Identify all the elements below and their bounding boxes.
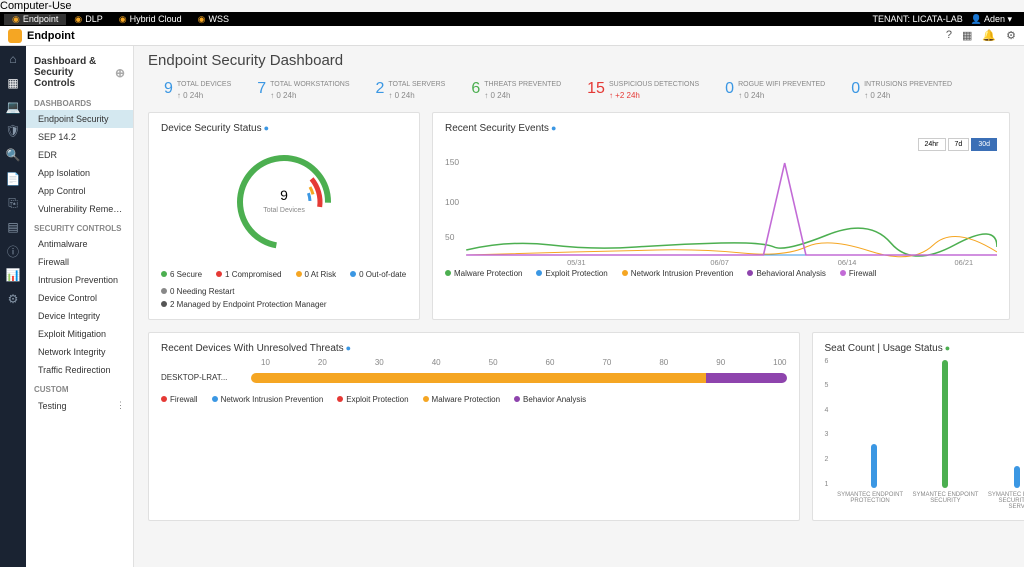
nav-endpoint-security[interactable]: Endpoint Security — [26, 110, 133, 128]
icon-rail: ⌂ ▦ 💻 🛡 🔍 📄 ⎘ ▤ ⓘ 📊 ⚙ — [0, 46, 26, 567]
recent-events-chart: 150 100 50 05/31 06/07 06/14 06/21 — [445, 155, 997, 265]
time-7d[interactable]: 7d — [948, 138, 970, 151]
nav-exploit-mitigation[interactable]: Exploit Mitigation — [26, 325, 133, 343]
seat-chart — [832, 358, 1024, 488]
nav-app-isolation[interactable]: App Isolation — [26, 164, 133, 182]
unresolved-bar-row[interactable]: DESKTOP-LRAT... — [161, 373, 787, 383]
bar-seg-behavior — [706, 373, 786, 383]
time-30d[interactable]: 30d — [971, 138, 997, 151]
rail-shield-icon[interactable]: 🛡 — [6, 124, 20, 138]
content-area: Endpoint Security Dashboard 9TOTAL DEVIC… — [134, 46, 1024, 567]
svg-text:Total Devices: Total Devices — [263, 207, 305, 214]
svg-text:06/07: 06/07 — [710, 258, 729, 265]
seat-categories: SYMANTEC ENDPOINT PROTECTION SYMANTEC EN… — [832, 492, 1024, 510]
unresolved-axis: 102030405060708090100 — [161, 358, 787, 367]
tab-wss[interactable]: ◉WSS — [190, 14, 237, 25]
seat-bar-2[interactable] — [942, 360, 948, 488]
card-seat-count: Seat Count | Usage Status● 654321 SYMANT… — [812, 332, 1024, 521]
nav-traffic-redirection[interactable]: Traffic Redirection — [26, 361, 133, 379]
svg-text:05/31: 05/31 — [567, 258, 586, 265]
svg-text:06/14: 06/14 — [838, 258, 857, 265]
rail-dashboard-icon[interactable]: ▦ — [6, 76, 20, 90]
card-unresolved-threats: Recent Devices With Unresolved Threats● … — [148, 332, 800, 521]
card-title: Seat Count | Usage Status● — [825, 343, 1024, 354]
seat-bar-1[interactable] — [871, 444, 877, 488]
device-status-donut: 9 Total Devices — [219, 142, 349, 262]
app-name: Endpoint — [27, 30, 75, 42]
section-dashboards: DASHBOARDS — [26, 93, 133, 110]
time-24hr[interactable]: 24hr — [918, 138, 946, 151]
card-title: Recent Devices With Unresolved Threats● — [161, 343, 787, 354]
nav-intrusion-prevention[interactable]: Intrusion Prevention — [26, 271, 133, 289]
nav-device-integrity[interactable]: Device Integrity — [26, 307, 133, 325]
rail-policy-icon[interactable]: 📄 — [6, 172, 20, 186]
bell-icon[interactable]: 🔔 — [982, 29, 996, 42]
svg-text:150: 150 — [445, 158, 460, 167]
device-status-legend: 6 Secure 1 Compromised 0 At Risk 0 Out-o… — [161, 270, 407, 296]
help-icon[interactable]: ? — [946, 29, 952, 42]
page-title: Endpoint Security Dashboard — [148, 52, 1010, 69]
card-title: Recent Security Events● — [445, 123, 997, 134]
rail-home-icon[interactable]: ⌂ — [6, 52, 20, 66]
metric-2[interactable]: 2TOTAL SERVERS↑ 0 24h — [376, 81, 446, 100]
user-menu[interactable]: 👤 Aden ▾ — [971, 14, 1012, 25]
info-icon[interactable]: ● — [551, 123, 556, 133]
recent-events-legend: Malware Protection Exploit Protection Ne… — [445, 269, 997, 278]
card-recent-events: Recent Security Events● 24hr 7d 30d 150 … — [432, 112, 1010, 320]
more-icon[interactable]: ⋮ — [116, 400, 125, 411]
seat-y-axis: 654321 — [825, 358, 829, 488]
nav-device-control[interactable]: Device Control — [26, 289, 133, 307]
side-panel: Dashboard & Security Controls ⊕ DASHBOAR… — [26, 46, 134, 567]
svg-text:50: 50 — [445, 233, 455, 242]
metric-3[interactable]: 6THREATS PREVENTED↑ 0 24h — [471, 81, 561, 100]
settings-icon[interactable]: ⚙ — [1006, 29, 1016, 42]
tab-endpoint[interactable]: ◉Endpoint — [4, 14, 66, 25]
apps-icon[interactable]: ▦ — [962, 29, 972, 42]
nav-sep-14-2[interactable]: SEP 14.2 — [26, 128, 133, 146]
card-title: Device Security Status● — [161, 123, 407, 134]
metric-6[interactable]: 0INTRUSIONS PREVENTED↑ 0 24h — [851, 81, 952, 100]
nav-edr[interactable]: EDR — [26, 146, 133, 164]
rail-gear-icon[interactable]: ⚙ — [6, 292, 20, 306]
nav-app-control[interactable]: App Control — [26, 182, 133, 200]
rail-actions-icon[interactable]: ⎘ — [6, 196, 20, 210]
metric-4[interactable]: 15SUSPICIOUS DETECTIONS↑ +2 24h — [587, 81, 699, 100]
nav-testing[interactable]: Testing⋮ — [26, 396, 133, 415]
rail-search-icon[interactable]: 🔍 — [6, 148, 20, 162]
info-icon[interactable]: ● — [264, 123, 269, 133]
svg-text:100: 100 — [445, 198, 460, 207]
app-header: Endpoint ? ▦ 🔔 ⚙ — [0, 26, 1024, 46]
svg-text:9: 9 — [280, 187, 288, 203]
card-device-status: Device Security Status● 9 Total Devices — [148, 112, 420, 320]
add-dashboard-icon[interactable]: ⊕ — [115, 66, 125, 80]
ok-icon: ● — [945, 343, 950, 353]
nav-network-integrity[interactable]: Network Integrity — [26, 343, 133, 361]
rail-chart-icon[interactable]: 📊 — [6, 268, 20, 282]
tab-hybrid-cloud[interactable]: ◉Hybrid Cloud — [111, 14, 190, 25]
seat-bar-3[interactable] — [1014, 466, 1020, 488]
metric-0[interactable]: 9TOTAL DEVICES↑ 0 24h — [164, 81, 231, 100]
svg-text:06/21: 06/21 — [955, 258, 974, 265]
metric-5[interactable]: 0ROGUE WIFI PREVENTED↑ 0 24h — [725, 81, 825, 100]
rail-reports-icon[interactable]: ▤ — [6, 220, 20, 234]
nav-vuln-remediation[interactable]: Vulnerability Remedia... — [26, 200, 133, 218]
sidepanel-header: Dashboard & Security Controls ⊕ — [26, 54, 133, 93]
metric-1[interactable]: 7TOTAL WORKSTATIONS↑ 0 24h — [257, 81, 349, 100]
top-tabs-bar: ◉Endpoint ◉DLP ◉Hybrid Cloud ◉WSS TENANT… — [0, 12, 1024, 26]
tab-dlp[interactable]: ◉DLP — [66, 14, 110, 25]
tenant-label: TENANT: LICATA-LAB — [873, 14, 963, 24]
section-controls: SECURITY CONTROLS — [26, 218, 133, 235]
nav-antimalware[interactable]: Antimalware — [26, 235, 133, 253]
rail-devices-icon[interactable]: 💻 — [6, 100, 20, 114]
rail-info-icon[interactable]: ⓘ — [6, 244, 20, 258]
info-icon[interactable]: ● — [346, 343, 351, 353]
nav-firewall[interactable]: Firewall — [26, 253, 133, 271]
metrics-strip: 9TOTAL DEVICES↑ 0 24h 7TOTAL WORKSTATIONS… — [148, 77, 1010, 112]
section-custom: CUSTOM — [26, 379, 133, 396]
bar-seg-malware — [251, 373, 706, 383]
app-logo — [8, 29, 22, 43]
unresolved-legend: Firewall Network Intrusion Prevention Ex… — [161, 395, 787, 404]
